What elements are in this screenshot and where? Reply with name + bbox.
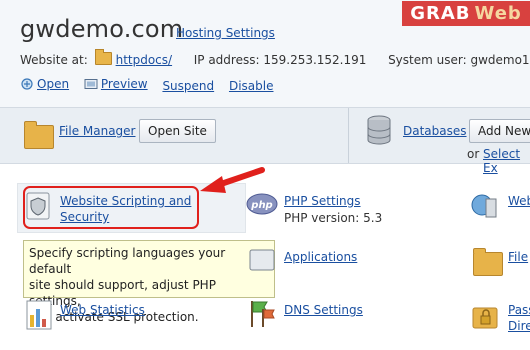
- open-action[interactable]: Open: [20, 77, 69, 91]
- directories-link-partial[interactable]: Dire: [508, 318, 530, 334]
- dns-flags-icon: [251, 301, 275, 327]
- folder-icon: [94, 49, 112, 65]
- open-link[interactable]: Open: [37, 77, 69, 91]
- preview-action[interactable]: Preview: [84, 77, 148, 91]
- scripting-tooltip: Specify scripting languages your default…: [23, 240, 275, 324]
- quick-toolbar: File Manager Open Site Databases Add New…: [0, 107, 530, 175]
- php-settings-link[interactable]: PHP Settings: [284, 193, 361, 209]
- docroot-link[interactable]: httpdocs/: [116, 53, 172, 67]
- ip-label: IP address:: [193, 53, 260, 67]
- grabweb-logo: GRAB Web: [402, 1, 530, 26]
- suspend-action[interactable]: Suspend: [162, 79, 214, 93]
- file-link-partial[interactable]: File: [508, 249, 528, 265]
- select-existing-link[interactable]: Select Ex: [483, 147, 530, 175]
- web-link-partial[interactable]: Web: [508, 193, 530, 209]
- applications-icon: [249, 249, 275, 271]
- open-icon: [21, 78, 33, 90]
- disable-link[interactable]: Disable: [229, 79, 274, 93]
- site-info-row: Website at: httpdocs/ IP address: 159.25…: [20, 49, 530, 67]
- statistics-chart-icon: [26, 300, 52, 330]
- site-actions: Open Preview Suspend Disable: [20, 77, 284, 93]
- php-icon: php: [246, 193, 278, 215]
- tooltip-line-1: Specify scripting languages your default: [29, 246, 226, 276]
- suspend-link[interactable]: Suspend: [162, 79, 214, 93]
- open-site-button[interactable]: Open Site: [139, 119, 216, 143]
- dns-settings-link[interactable]: DNS Settings: [284, 302, 363, 318]
- domain-title: gwdemo.com: [20, 15, 184, 43]
- file-manager-folder-icon: [24, 121, 54, 149]
- website-at-label: Website at:: [20, 53, 88, 67]
- add-new-database-button[interactable]: Add New: [469, 119, 530, 143]
- preview-icon: [84, 79, 98, 89]
- file-folder-icon: [473, 248, 503, 276]
- password-folder-icon: [472, 307, 498, 329]
- web-statistics-link[interactable]: Web Statistics: [60, 302, 145, 318]
- password-link-partial[interactable]: Pass: [508, 302, 530, 318]
- preview-link[interactable]: Preview: [101, 77, 148, 91]
- toolbar-divider: [348, 108, 349, 163]
- web-server-icon: [471, 194, 497, 218]
- database-icon: [367, 115, 391, 145]
- hosting-settings-link[interactable]: Hosting Settings: [176, 26, 275, 40]
- system-user-value: gwdemo11: [470, 53, 530, 67]
- red-highlight-ring: [23, 186, 199, 229]
- svg-text:php: php: [250, 200, 272, 211]
- file-manager-link[interactable]: File Manager: [59, 124, 136, 138]
- applications-link[interactable]: Applications: [284, 249, 357, 265]
- logo-grab-text: GRAB: [410, 3, 471, 24]
- ip-value: 159.253.152.191: [263, 53, 367, 67]
- databases-link[interactable]: Databases: [403, 124, 467, 138]
- php-version-text: PHP version: 5.3: [284, 211, 383, 225]
- disable-action[interactable]: Disable: [229, 79, 274, 93]
- system-user-label: System user:: [388, 53, 467, 67]
- or-text: or: [467, 147, 480, 161]
- logo-web-text: Web: [474, 3, 522, 24]
